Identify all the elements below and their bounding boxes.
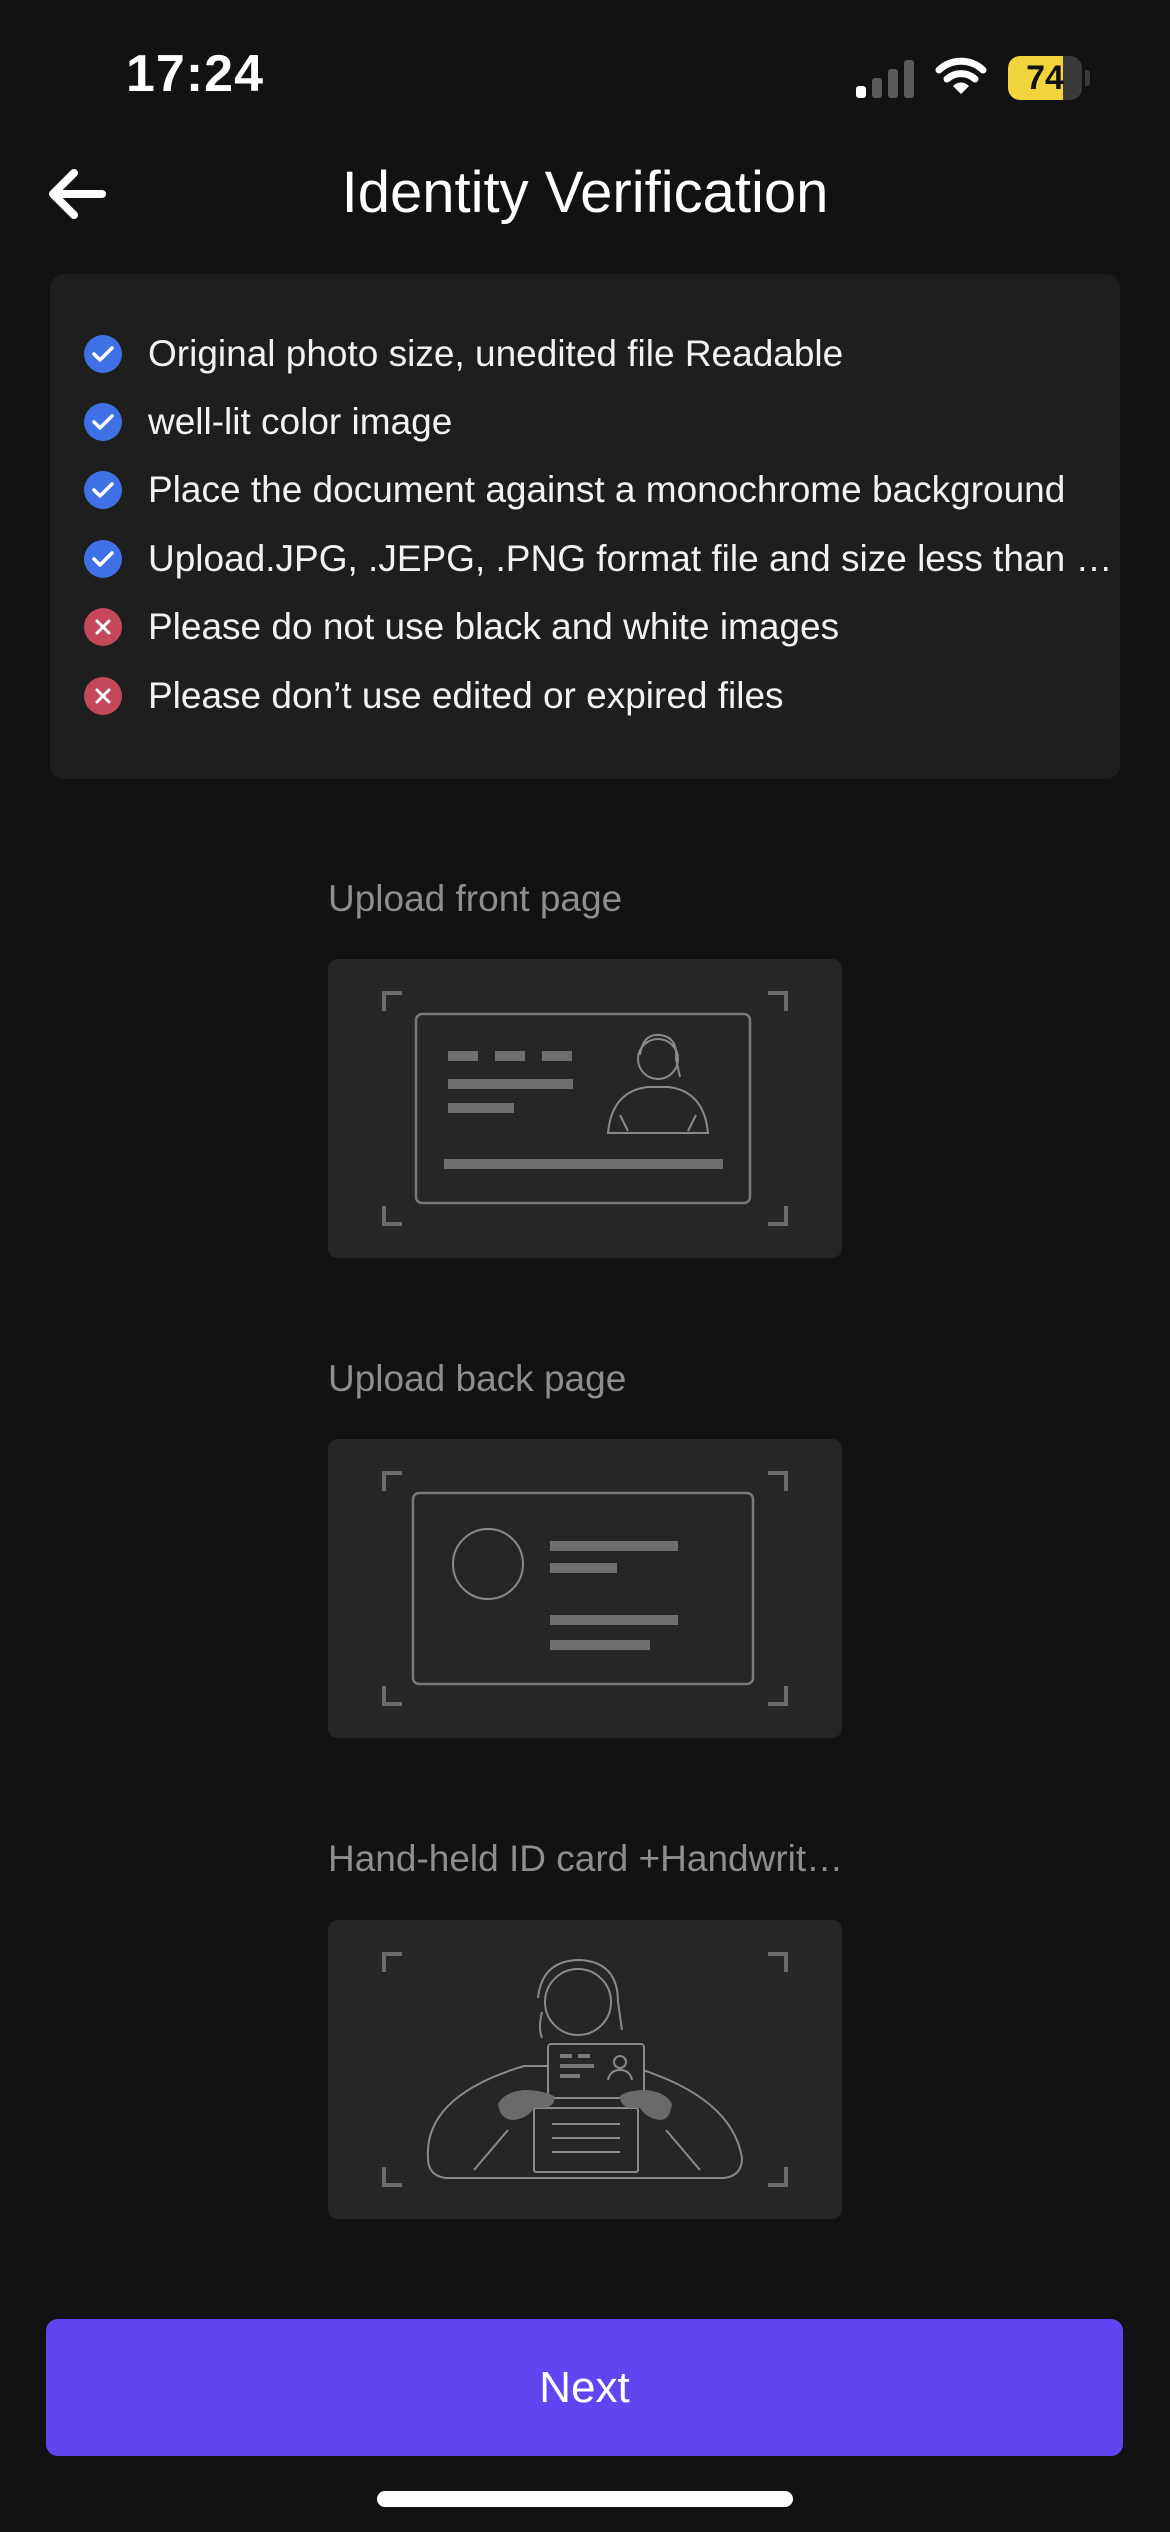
check-icon [84, 335, 122, 373]
upload-back-label: Upload back page [328, 1358, 627, 1399]
requirement-text: well-lit color image [148, 401, 453, 442]
id-card-back-icon [382, 1471, 788, 1706]
wifi-icon [935, 57, 987, 94]
upload-front-label: Upload front page [328, 878, 623, 919]
requirement-item: Place the document against a monochrome … [84, 460, 1120, 520]
upload-handheld-label: Hand-held ID card +Handwritten note [328, 1838, 848, 1879]
person-holding-id-icon [382, 1952, 788, 2187]
requirement-text: Please do not use black and white images [148, 606, 840, 647]
cellular-signal-icon [856, 60, 914, 98]
requirement-text: Please don’t use edited or expired files [148, 675, 784, 716]
battery-indicator: 74 [1008, 56, 1090, 100]
upload-handheld-button[interactable] [328, 1920, 842, 2219]
requirement-text: Upload.JPG, .JEPG, .PNG format file and … [148, 538, 1116, 579]
requirement-item: Original photo size, unedited file Reada… [84, 324, 1120, 384]
status-bar: 17:24 74 [0, 0, 1170, 150]
check-icon [84, 540, 122, 578]
upload-front-button[interactable] [328, 959, 842, 1258]
check-icon [84, 403, 122, 441]
requirement-item: Please do not use black and white images [84, 597, 1120, 657]
next-button[interactable]: Next [46, 2319, 1123, 2456]
requirements-card: Original photo size, unedited file Reada… [50, 274, 1120, 779]
id-card-front-icon [382, 991, 788, 1226]
page-title: Identity Verification [341, 160, 829, 225]
requirement-text: Place the document against a monochrome … [148, 469, 1066, 510]
requirement-text: Original photo size, unedited file Reada… [148, 333, 844, 374]
requirement-item: well-lit color image [84, 392, 1120, 452]
requirement-item: Please don’t use edited or expired files [84, 666, 1120, 726]
status-time: 17:24 [126, 45, 264, 103]
check-icon [84, 471, 122, 509]
cross-icon [84, 608, 122, 646]
home-indicator [377, 2491, 793, 2507]
battery-level: 74 [1026, 59, 1064, 97]
upload-back-button[interactable] [328, 1439, 842, 1738]
requirement-item: Upload.JPG, .JEPG, .PNG format file and … [84, 529, 1120, 589]
cross-icon [84, 677, 122, 715]
